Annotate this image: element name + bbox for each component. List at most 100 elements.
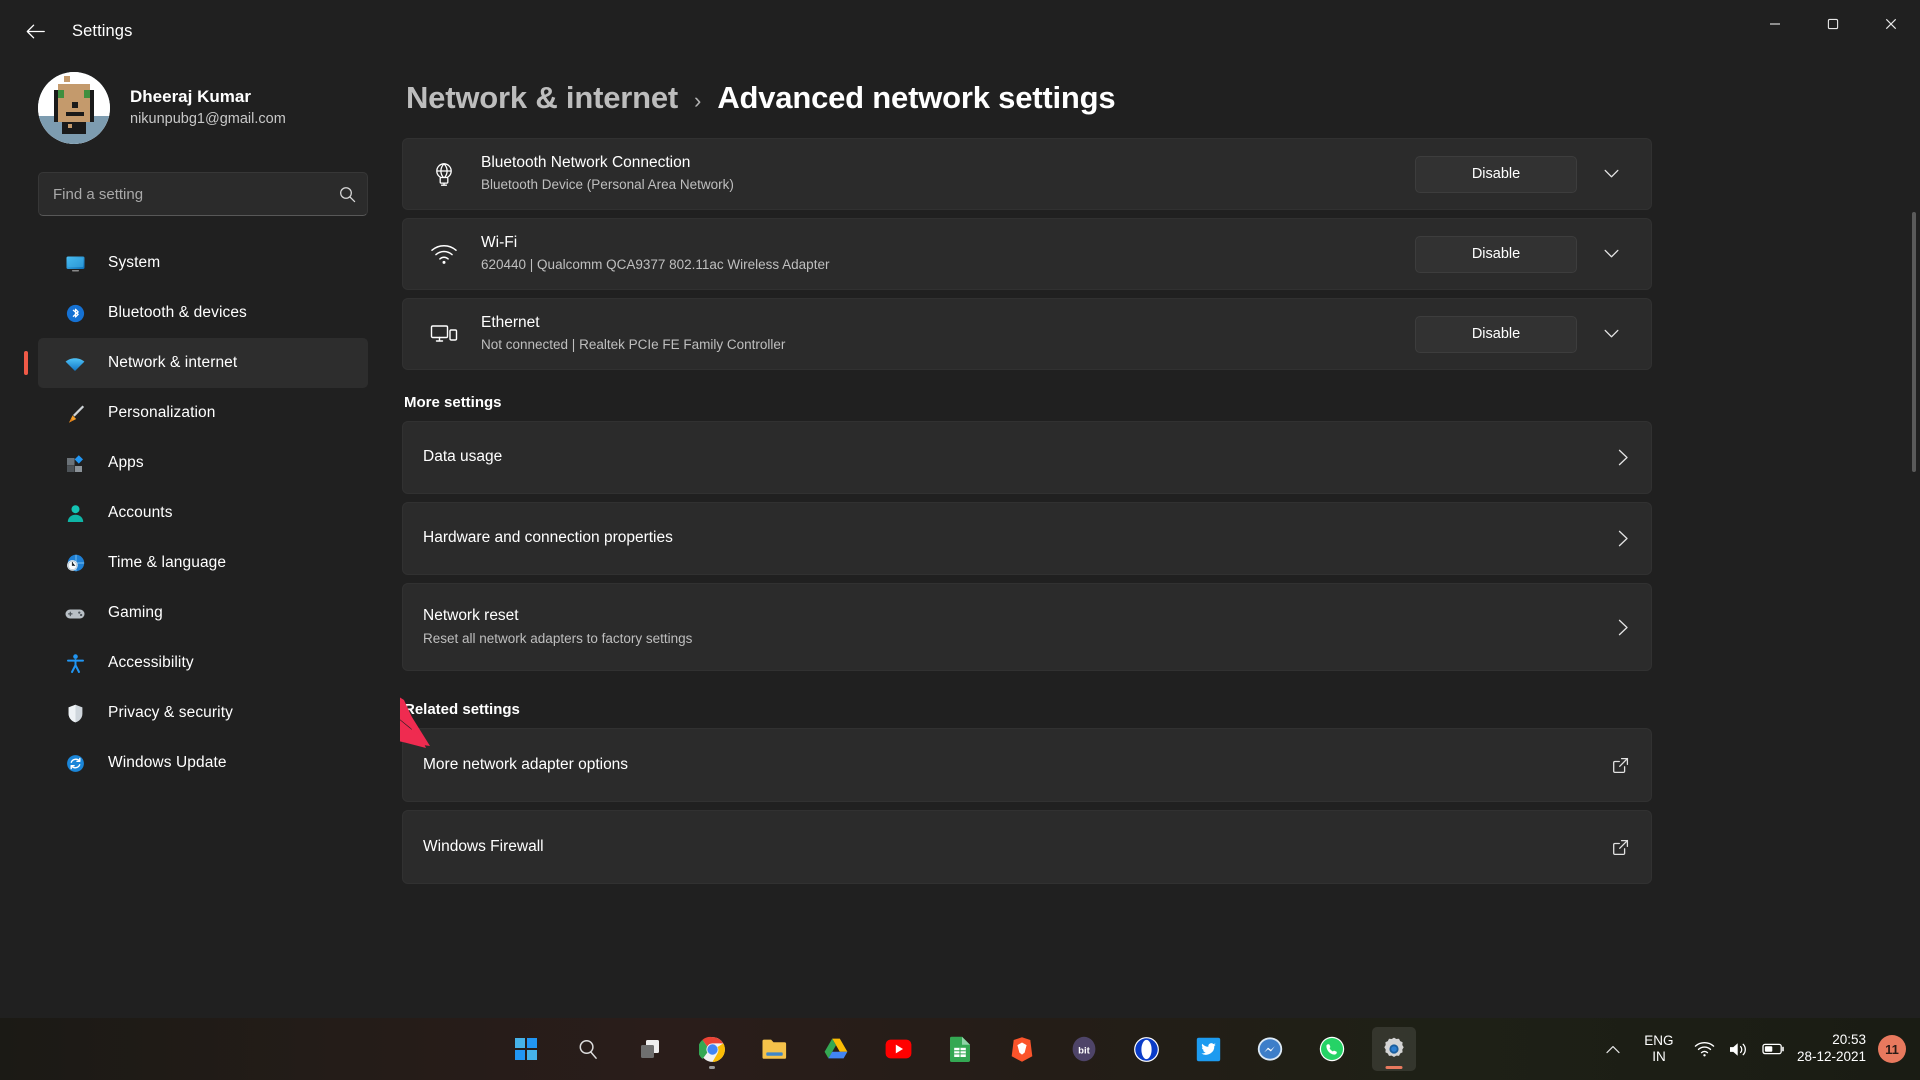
sidebar-item-time-language[interactable]: Time & language (38, 538, 368, 588)
sidebar-item-label: Windows Update (108, 754, 227, 771)
sidebar-item-apps[interactable]: Apps (38, 438, 368, 488)
row-texts: Hardware and connection properties (423, 528, 673, 549)
window-title: Settings (72, 21, 133, 40)
folder-icon (762, 1039, 786, 1059)
adapter-name: Ethernet (481, 314, 540, 332)
adapter-row-wifi: Wi-Fi 620440 | Qualcomm QCA9377 802.11ac… (402, 218, 1652, 290)
related-settings-heading: Related settings (404, 701, 520, 718)
google-drive-icon (824, 1038, 848, 1059)
sidebar-item-label: Network & internet (108, 354, 238, 371)
twitter[interactable] (1186, 1027, 1230, 1071)
row-hardware-connection-properties[interactable]: Hardware and connection properties (402, 502, 1652, 575)
youtube[interactable] (876, 1027, 920, 1071)
search-box[interactable] (38, 172, 368, 216)
language-top: ENG (1644, 1033, 1674, 1049)
paintbrush-icon (62, 400, 88, 426)
battery-icon (1762, 1043, 1784, 1055)
update-icon (62, 750, 88, 776)
file-explorer[interactable] (752, 1027, 796, 1071)
svg-text:bit: bit (1078, 1045, 1091, 1056)
bit[interactable]: bit (1062, 1027, 1106, 1071)
search-icon[interactable] (327, 186, 367, 203)
adapter-name: Bluetooth Network Connection (481, 154, 691, 172)
sidebar-item-label: Gaming (108, 604, 163, 621)
google-sheets[interactable] (938, 1027, 982, 1071)
sidebar-item-accessibility[interactable]: Accessibility (38, 638, 368, 688)
minimize-button[interactable] (1746, 0, 1804, 48)
settings[interactable] (1372, 1027, 1416, 1071)
breadcrumb-parent[interactable]: Network & internet (406, 80, 678, 116)
more-settings-heading: More settings (404, 394, 502, 411)
disable-button[interactable]: Disable (1415, 315, 1577, 353)
sidebar-item-label: Personalization (108, 404, 216, 421)
sidebar-item-personalization[interactable]: Personalization (38, 388, 368, 438)
row-network-reset[interactable]: Network reset Reset all network adapters… (402, 583, 1652, 671)
search-button[interactable] (566, 1027, 610, 1071)
maximize-button[interactable] (1804, 0, 1862, 48)
sidebar-item-windows-update[interactable]: Windows Update (38, 738, 368, 788)
profile-email: nikunpubg1@gmail.com (130, 110, 286, 127)
chevron-down-icon (1604, 169, 1618, 178)
close-button[interactable] (1862, 0, 1920, 48)
messenger-icon (1257, 1037, 1283, 1061)
row-label: More network adapter options (423, 755, 629, 773)
expand-button[interactable] (1589, 314, 1633, 354)
minimize-icon (1770, 23, 1780, 25)
sidebar-item-label: Apps (108, 454, 144, 471)
running-indicator (1385, 1066, 1403, 1069)
opera-browser[interactable] (1124, 1027, 1168, 1071)
messenger[interactable] (1248, 1027, 1292, 1071)
system-tray: ENG IN 20:53 28-12-2021 11 (1596, 1018, 1920, 1080)
whatsapp-icon (1319, 1036, 1345, 1062)
row-windows-firewall[interactable]: Windows Firewall (402, 810, 1652, 884)
row-label: Windows Firewall (423, 837, 544, 855)
disable-button[interactable]: Disable (1415, 235, 1577, 273)
back-arrow-icon (26, 24, 45, 38)
profile-section[interactable]: Dheeraj Kumar nikunpubg1@gmail.com (22, 62, 378, 154)
sidebar-item-system[interactable]: System (38, 238, 368, 288)
row-label: Data usage (423, 448, 503, 466)
back-button[interactable] (12, 11, 58, 51)
wifi-icon (62, 350, 88, 376)
twitter-icon (1196, 1037, 1220, 1061)
show-hidden-icons-button[interactable] (1596, 1045, 1630, 1054)
sidebar-item-label: System (108, 254, 161, 271)
adapter-name: Wi-Fi (481, 234, 518, 252)
chevron-right-icon (1618, 449, 1629, 466)
adapter-texts: Wi-Fi 620440 | Qualcomm QCA9377 802.11ac… (481, 233, 1415, 274)
sidebar-item-bluetooth-devices[interactable]: Bluetooth & devices (38, 288, 368, 338)
brave-browser[interactable] (1000, 1027, 1044, 1071)
task-view-button[interactable] (628, 1027, 672, 1071)
expand-button[interactable] (1589, 234, 1633, 274)
sidebar-item-accounts[interactable]: Accounts (38, 488, 368, 538)
disable-button[interactable]: Disable (1415, 155, 1577, 193)
avatar-image (38, 72, 110, 144)
chevron-right-icon (1618, 619, 1629, 636)
search-input[interactable] (39, 185, 327, 203)
language-indicator[interactable]: ENG IN (1640, 1033, 1678, 1065)
running-indicator (709, 1066, 715, 1069)
google-drive[interactable] (814, 1027, 858, 1071)
quick-settings-button[interactable] (1694, 1041, 1785, 1058)
shield-icon (62, 700, 88, 726)
whatsapp[interactable] (1310, 1027, 1354, 1071)
notification-badge[interactable]: 11 (1878, 1035, 1906, 1063)
sidebar-item-privacy-security[interactable]: Privacy & security (38, 688, 368, 738)
scrollbar-thumb[interactable] (1912, 212, 1916, 472)
chevron-right-icon (1618, 530, 1629, 547)
row-data-usage[interactable]: Data usage (402, 421, 1652, 494)
task-view-icon (641, 1040, 659, 1058)
accounts-icon (62, 500, 88, 526)
youtube-icon (885, 1039, 911, 1059)
sidebar-item-label: Privacy & security (108, 704, 233, 721)
row-more-network-adapter-options[interactable]: More network adapter options (402, 728, 1652, 802)
google-chrome[interactable] (690, 1027, 734, 1071)
sidebar-item-gaming[interactable]: Gaming (38, 588, 368, 638)
adapter-texts: Bluetooth Network Connection Bluetooth D… (481, 153, 1415, 194)
clock-time: 20:53 (1832, 1032, 1866, 1048)
start-button[interactable] (504, 1027, 548, 1071)
expand-button[interactable] (1589, 154, 1633, 194)
adapter-description: Not connected | Realtek PCIe FE Family C… (481, 337, 786, 353)
sidebar-item-network-internet[interactable]: Network & internet (24, 338, 368, 388)
clock[interactable]: 20:53 28-12-2021 (1797, 1032, 1866, 1066)
